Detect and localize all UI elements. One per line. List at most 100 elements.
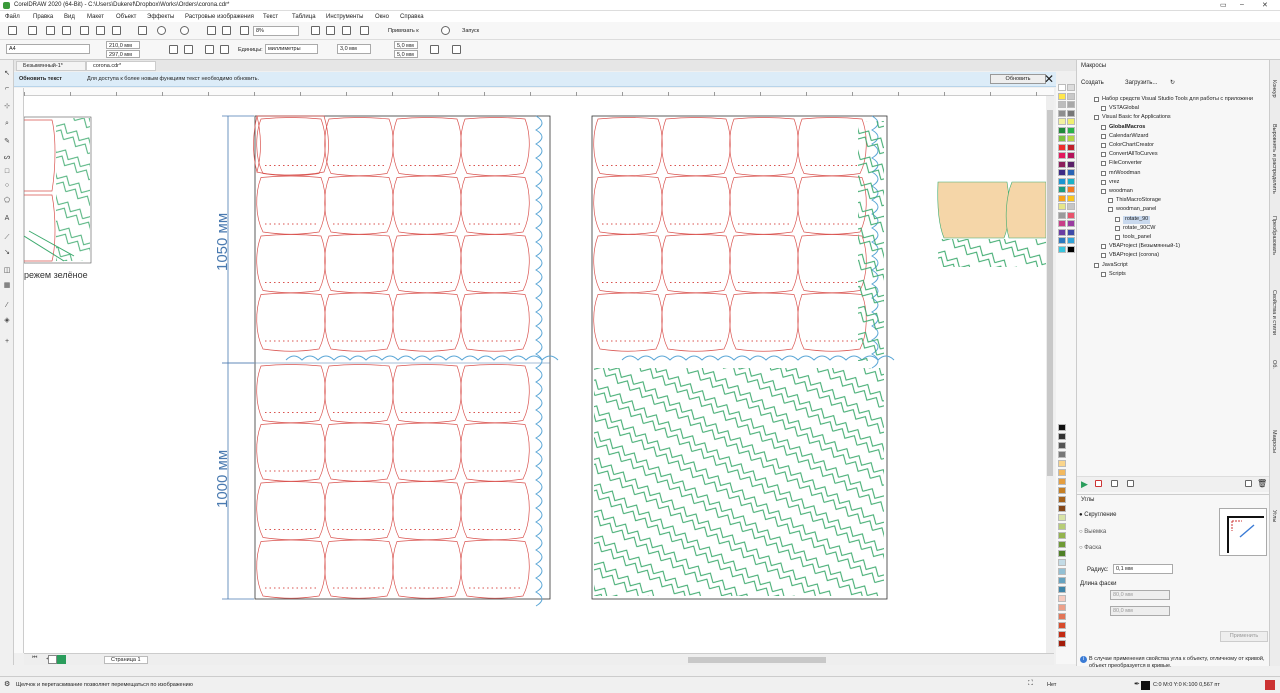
palette-swatch[interactable] [1058, 577, 1066, 584]
page-border-icon[interactable] [452, 45, 461, 54]
close-notice-icon[interactable]: ✕ [1044, 72, 1054, 86]
run-macro-icon[interactable]: ▶ [1081, 479, 1088, 490]
palette-swatch[interactable] [1058, 143, 1066, 151]
palette-swatch[interactable] [1058, 442, 1066, 449]
duplicate-y-field[interactable]: 5,0 мм [394, 50, 418, 58]
macro-tree-item[interactable]: Scripts [1101, 271, 1126, 279]
palette-swatch[interactable] [1067, 109, 1075, 117]
unit-conversion-icon[interactable] [430, 45, 439, 54]
macro-tree-item[interactable]: woodman [1101, 188, 1133, 196]
macro-tree-item[interactable]: FileConverter [1101, 160, 1142, 168]
save-icon[interactable] [46, 26, 55, 35]
palette-swatch[interactable] [1058, 194, 1066, 202]
polygon-tool-icon[interactable]: ⬠ [3, 197, 11, 205]
refresh-icon[interactable]: ↻ [1170, 79, 1175, 86]
connector-tool-icon[interactable]: ↘ [3, 249, 11, 257]
macro-tree-item[interactable]: GlobalMacros [1101, 124, 1145, 132]
menu-item-6[interactable]: Растровые изображения [185, 14, 254, 20]
all-pages-icon[interactable] [205, 45, 214, 54]
paste-icon[interactable] [112, 26, 121, 35]
ellipse-tool-icon[interactable]: ○ [3, 182, 11, 190]
paste-special-icon[interactable] [138, 26, 147, 35]
palette-swatch[interactable] [1067, 160, 1075, 168]
palette-swatch[interactable] [1058, 152, 1066, 159]
minimize-icon[interactable]: ▭ [1220, 1, 1227, 9]
pick-tool-icon[interactable]: ↖ [3, 70, 11, 78]
palette-swatch[interactable] [1058, 532, 1066, 539]
crop-tool-icon[interactable]: ⊹ [3, 103, 11, 111]
docker-tab-2[interactable]: Преобразовать [1271, 216, 1277, 255]
update-button[interactable]: Обновить [990, 74, 1046, 84]
current-page-icon[interactable] [220, 45, 229, 54]
menu-item-3[interactable]: Макет [87, 14, 104, 20]
menu-item-11[interactable]: Справка [400, 14, 424, 20]
launch-dropdown[interactable]: Запуск [462, 28, 479, 34]
publish-pdf-icon[interactable] [240, 26, 249, 35]
macro-tree-item[interactable]: ConvertAllToCurves [1101, 151, 1158, 159]
cut-icon[interactable] [80, 26, 89, 35]
snap-to-dropdown[interactable]: Привязать к [388, 28, 419, 34]
close-icon[interactable]: ✕ [1262, 1, 1268, 9]
palette-swatch[interactable] [1067, 84, 1075, 91]
vertical-scrollbar[interactable] [1046, 96, 1054, 653]
edit-macro-icon[interactable] [1245, 480, 1252, 487]
menu-item-10[interactable]: Окно [375, 14, 389, 20]
macro-tree-item[interactable]: mrWoodman [1101, 170, 1140, 178]
palette-swatch[interactable] [1058, 135, 1066, 142]
macro-tree-item[interactable]: tools_panel [1115, 234, 1151, 242]
create-macro-button[interactable]: Создать [1081, 80, 1104, 86]
first-page-icon[interactable]: ⏮ [32, 655, 37, 662]
palette-swatch[interactable] [1058, 160, 1066, 168]
palette-swatch[interactable] [1067, 152, 1075, 159]
eyedropper-icon[interactable]: ⁄ [3, 302, 11, 310]
chamfer-length-2-field[interactable]: 80,0 мм [1110, 606, 1170, 616]
palette-swatch[interactable] [1067, 220, 1075, 227]
vertical-scroll-thumb[interactable] [1047, 110, 1053, 476]
corners-radio-scallop[interactable]: ○ Выемка [1079, 529, 1106, 535]
menu-item-5[interactable]: Эффекты [147, 14, 174, 20]
interactive-fill-icon[interactable]: ◈ [3, 317, 11, 325]
palette-swatch[interactable] [1067, 126, 1075, 134]
palette-swatch[interactable] [1058, 505, 1066, 512]
zoom-level-field[interactable]: 8% [253, 26, 299, 36]
shape-tool-icon[interactable]: ⌐ [3, 85, 11, 93]
palette-swatch[interactable] [1058, 211, 1066, 219]
redo-icon[interactable] [180, 26, 189, 35]
palette-swatch[interactable] [1058, 169, 1066, 176]
macro-tree-item[interactable]: vrez [1101, 179, 1119, 187]
palette-swatch[interactable] [1058, 640, 1066, 647]
palette-swatch[interactable] [1058, 118, 1066, 125]
artistic-media-icon[interactable]: ᔕ [3, 154, 11, 162]
palette-swatch[interactable] [1058, 469, 1066, 476]
tab-untitled[interactable]: Безымянный-1* [16, 61, 86, 71]
menu-item-7[interactable]: Текст [263, 14, 278, 20]
corners-radio-fillet[interactable]: ● Скругление [1079, 512, 1116, 518]
macro-tree-item[interactable]: woodman_panel [1108, 206, 1156, 214]
page-thumb-1[interactable] [48, 655, 57, 664]
palette-swatch[interactable] [1067, 177, 1075, 185]
maximize-icon[interactable]: – [1240, 1, 1244, 8]
palette-swatch[interactable] [1058, 595, 1066, 602]
page-1-tab[interactable]: Страница 1 [104, 656, 148, 664]
palette-swatch[interactable] [1058, 101, 1066, 108]
menu-item-2[interactable]: Вид [64, 14, 75, 20]
palette-swatch[interactable] [1058, 523, 1066, 530]
palette-swatch[interactable] [1067, 228, 1075, 236]
text-tool-icon[interactable]: A [3, 215, 11, 223]
show-grid-icon[interactable] [342, 26, 351, 35]
macro-tree-item[interactable]: VSTAGlobal [1101, 105, 1139, 113]
palette-swatch[interactable] [1058, 245, 1066, 253]
palette-swatch[interactable] [1058, 487, 1066, 494]
page-thumb-2[interactable] [57, 655, 66, 664]
palette-swatch[interactable] [1058, 220, 1066, 227]
macro-tree-item[interactable]: rotate_90 [1115, 215, 1151, 224]
horizontal-ruler[interactable] [24, 88, 1054, 96]
freehand-tool-icon[interactable]: ✎ [3, 138, 11, 146]
palette-swatch[interactable] [1067, 101, 1075, 108]
docker-tab-1[interactable]: Выровнять и распределить [1271, 124, 1277, 194]
units-select[interactable]: миллиметры [265, 44, 318, 54]
macro-tree-item[interactable]: VBAProject (corona) [1101, 252, 1159, 260]
palette-swatch[interactable] [1058, 478, 1066, 485]
apply-button[interactable]: Применить [1220, 631, 1268, 642]
open-icon[interactable] [28, 26, 37, 35]
